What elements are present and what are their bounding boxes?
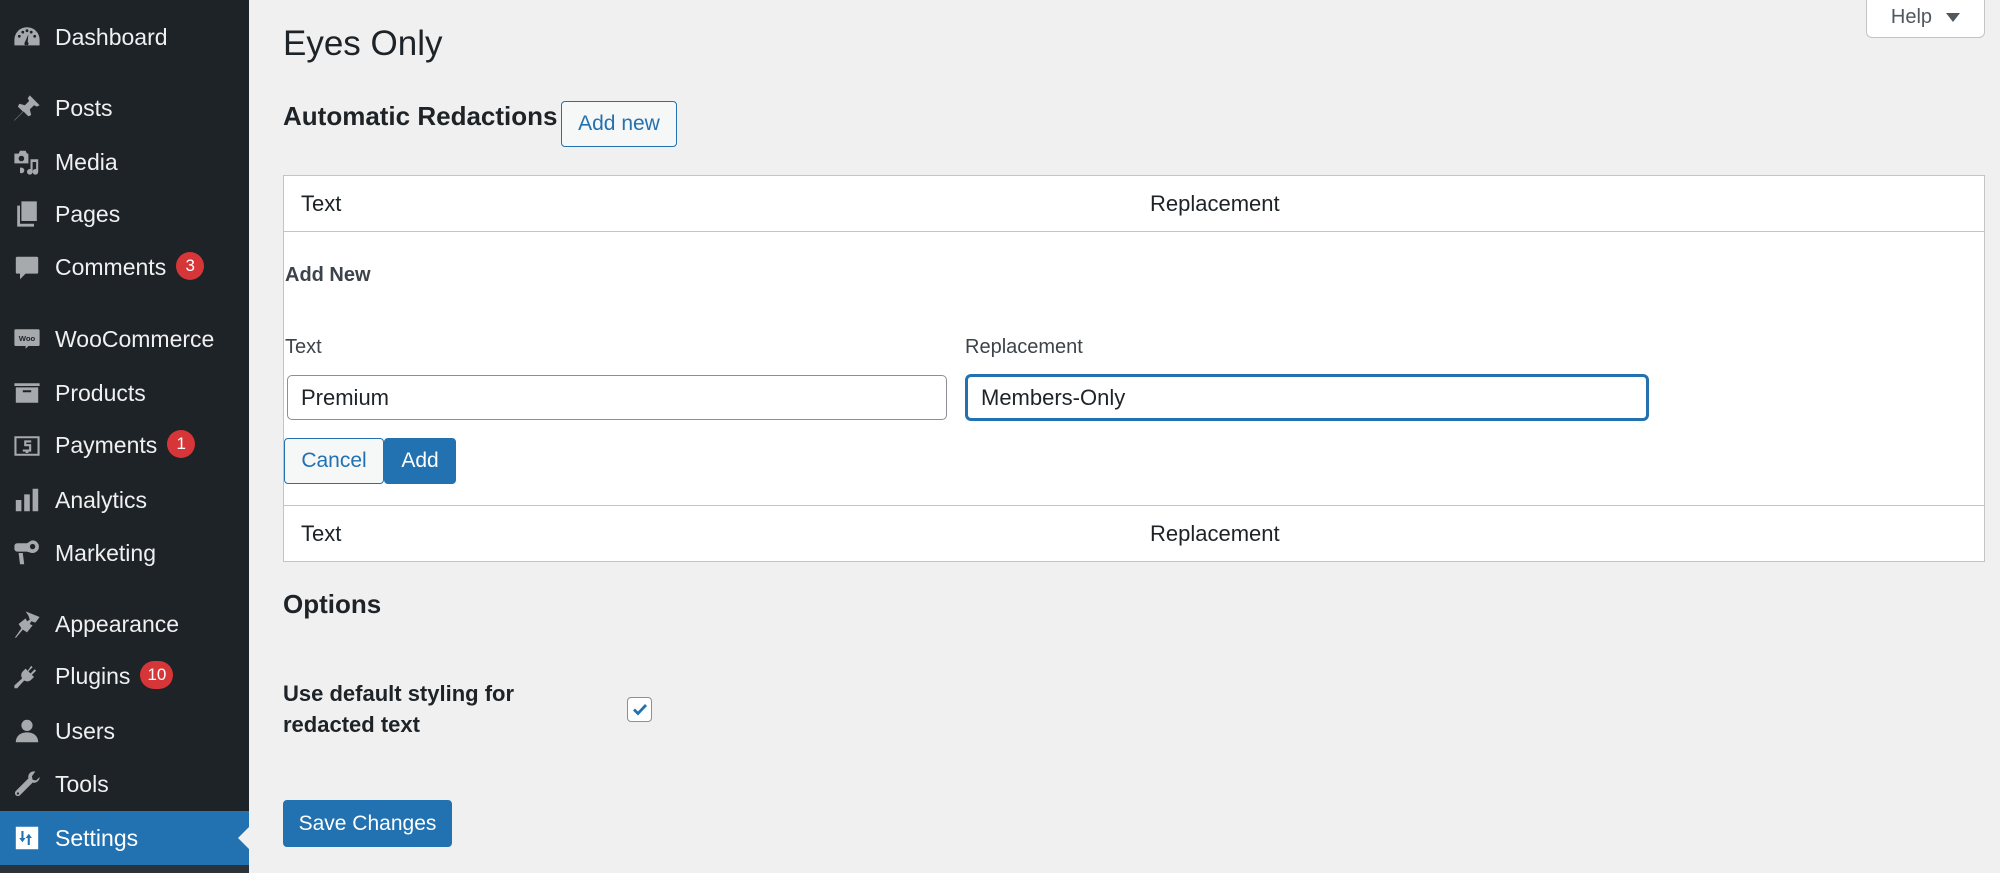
column-header-text: Text: [301, 191, 342, 216]
sidebar-item-users[interactable]: Users: [0, 704, 249, 758]
paintbrush-icon: [12, 609, 42, 639]
plugins-count-badge: 10: [140, 661, 174, 690]
sidebar-item-label: Payments 1: [55, 430, 196, 461]
sidebar-item-label: Analytics: [55, 486, 148, 513]
text-field-label: Text: [285, 336, 322, 358]
sidebar-bottom-strip: [0, 865, 249, 873]
cancel-button[interactable]: Cancel: [284, 438, 384, 484]
payments-count-badge: 1: [167, 430, 196, 459]
help-label: Help: [1890, 5, 1933, 28]
sidebar-item-label: Tools: [55, 770, 109, 797]
section-heading: Automatic Redactions: [283, 101, 558, 131]
sidebar-item-label: Comments 3: [55, 252, 205, 283]
sidebar-item-settings[interactable]: Settings: [0, 811, 249, 865]
default-styling-checkbox[interactable]: [627, 697, 652, 722]
archive-icon: [12, 378, 42, 408]
sidebar-item-comments[interactable]: Comments 3: [0, 241, 249, 295]
column-header-replacement: Replacement: [1150, 191, 1280, 216]
woo-icon: Woo: [12, 324, 42, 354]
pages-icon: [12, 199, 42, 229]
sidebar-item-label: Plugins 10: [55, 661, 174, 692]
comments-count-badge: 3: [176, 252, 205, 281]
sidebar-item-tools[interactable]: Tools: [0, 757, 249, 811]
table-footer: Text Replacement: [284, 505, 1984, 561]
sidebar-item-label: Posts: [55, 94, 113, 121]
redactions-table: Text Replacement Add New Text Replacemen…: [283, 175, 1985, 562]
sidebar-item-label: Products: [55, 379, 146, 406]
media-icon: [12, 147, 42, 177]
add-new-button[interactable]: Add new: [561, 101, 677, 147]
sidebar-item-label: Users: [55, 717, 116, 744]
replacement-input[interactable]: [966, 375, 1648, 420]
table-header: Text Replacement: [284, 176, 1984, 232]
user-icon: [12, 716, 42, 746]
replacement-field-label: Replacement: [965, 336, 1083, 358]
svg-text:Woo: Woo: [19, 334, 36, 343]
text-input[interactable]: [287, 375, 947, 420]
sidebar-item-media[interactable]: Media: [0, 135, 249, 189]
sidebar-item-label: Pages: [55, 200, 121, 227]
add-button[interactable]: Add: [384, 438, 456, 484]
sidebar-item-payments[interactable]: Payments 1: [0, 419, 249, 473]
triangle-down-icon: [1946, 12, 1961, 22]
bar-chart-icon: [12, 485, 42, 515]
sidebar-item-appearance[interactable]: Appearance: [0, 597, 249, 651]
sidebar-item-analytics[interactable]: Analytics: [0, 473, 249, 527]
options-heading: Options: [283, 589, 382, 619]
sidebar-item-woocommerce[interactable]: Woo WooCommerce: [0, 312, 249, 366]
wrench-icon: [12, 769, 42, 799]
comment-icon: [12, 253, 42, 283]
page-title: Eyes Only: [283, 24, 443, 63]
sidebar-item-label: WooCommerce: [55, 325, 215, 352]
dashboard-icon: [12, 22, 42, 52]
column-footer-replacement: Replacement: [1150, 521, 1280, 546]
column-footer-text: Text: [301, 521, 342, 546]
sidebar-item-pages[interactable]: Pages: [0, 187, 249, 241]
sidebar-item-label: Marketing: [55, 539, 156, 566]
add-new-form-title: Add New: [285, 264, 371, 286]
admin-sidebar: Dashboard Posts Media Pages Comments 3 Wo…: [0, 0, 249, 873]
pin-icon: [12, 93, 42, 123]
save-changes-button[interactable]: Save Changes: [283, 800, 452, 847]
checkmark-icon: [632, 703, 647, 715]
sidebar-item-label: Dashboard: [55, 23, 168, 50]
sidebar-item-posts[interactable]: Posts: [0, 81, 249, 135]
dollar-icon: [12, 431, 42, 461]
sidebar-item-marketing[interactable]: Marketing: [0, 526, 249, 580]
sidebar-item-dashboard[interactable]: Dashboard: [0, 10, 249, 64]
sidebar-item-plugins[interactable]: Plugins 10: [0, 650, 249, 704]
megaphone-icon: [12, 538, 42, 568]
sidebar-item-label: Appearance: [55, 610, 180, 637]
help-button[interactable]: Help: [1866, 0, 1985, 38]
sidebar-item-label: Media: [55, 148, 118, 175]
sidebar-item-label: Settings: [55, 824, 139, 851]
settings-sliders-icon: [12, 823, 42, 853]
default-styling-label: Use default styling for redacted text: [283, 681, 515, 737]
sidebar-item-products[interactable]: Products: [0, 366, 249, 420]
plug-icon: [12, 662, 42, 692]
